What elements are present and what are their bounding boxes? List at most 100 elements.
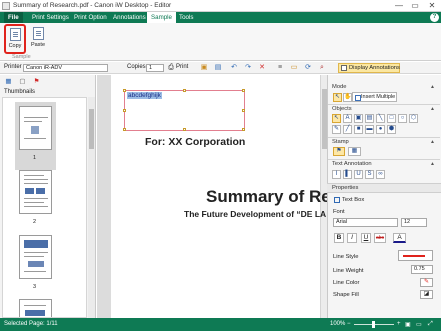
redo-icon[interactable]: ↷ [244, 64, 252, 72]
save-icon[interactable]: ▤ [214, 64, 222, 72]
strikethrough-button[interactable]: abc [374, 233, 386, 243]
line-weight-input[interactable]: 0.75 [411, 265, 433, 274]
font-color-button[interactable]: A [393, 233, 406, 243]
textbox-type-icon [334, 197, 340, 203]
font-size-select[interactable]: 12 [401, 218, 427, 227]
text-box-content[interactable]: abcdefghijk [127, 92, 162, 99]
thumbnails-label: Thumbnails [4, 89, 36, 95]
thumbnail-list: 1 2 3 [2, 97, 87, 318]
date-stamp-icon[interactable]: ▦ [348, 147, 361, 156]
pen-tool-icon[interactable]: ✎ [332, 125, 341, 134]
page-thumbnail-2[interactable] [19, 170, 52, 214]
ellipse-tool-icon[interactable]: ○ [398, 114, 407, 123]
underline-button[interactable]: U [361, 233, 371, 243]
insert-text-icon[interactable]: I [332, 170, 341, 179]
delete-icon[interactable]: ✕ [258, 64, 266, 72]
page-thumbnail-4[interactable] [19, 299, 52, 317]
filled-polygon-tool-icon[interactable]: ⬢ [387, 125, 396, 134]
window-title: Summary of Research.pdf - Canon iW Deskt… [13, 2, 172, 9]
refresh-icon[interactable]: ⟳ [304, 64, 312, 72]
comments-tab-icon[interactable]: ▢ [18, 77, 27, 86]
display-annotations-toggle[interactable]: Display Annotations [338, 63, 400, 73]
hand-mode-icon[interactable]: ✋ [343, 93, 352, 102]
copy-button[interactable]: Copy [4, 24, 26, 54]
print-icon[interactable]: ⎙ [167, 64, 175, 72]
select-mode-icon[interactable]: ↖ [333, 93, 342, 102]
printer-label: Printer [4, 64, 22, 70]
properties-icon[interactable]: ≡ [276, 64, 284, 72]
minimize-button[interactable]: — [391, 0, 407, 11]
print-button-label[interactable]: Print [176, 64, 188, 70]
stamp-tool-icon[interactable]: ⚑ [333, 147, 345, 156]
tab-print-option[interactable]: Print Option [70, 12, 111, 23]
shape-fill-button[interactable]: ◪ [420, 290, 433, 299]
copy-label: Copy [8, 43, 22, 49]
tab-print-settings[interactable]: Print Settings [28, 12, 73, 23]
ribbon-panel: Copy Paste Sample [0, 23, 441, 61]
text-tool-icon[interactable]: A [343, 114, 352, 123]
fit-width-icon[interactable]: ▭ [416, 321, 422, 328]
stamp-collapse-icon[interactable]: ▲ [430, 139, 435, 145]
thumbnails-tab-icon[interactable]: ▦ [4, 77, 13, 86]
filled-rectangle-tool-icon[interactable]: ■ [354, 125, 363, 134]
mode-collapse-icon[interactable]: ▲ [430, 84, 435, 90]
undo-icon[interactable]: ↶ [230, 64, 238, 72]
font-name-select[interactable]: Arial [333, 218, 398, 227]
folder-icon[interactable]: ▭ [290, 64, 298, 72]
copies-stepper[interactable]: 1 [146, 64, 164, 72]
bookmark-tab-icon[interactable]: ⚑ [32, 77, 41, 86]
filled-ellipse-tool-icon[interactable]: ● [376, 125, 385, 134]
objects-label: Objects [332, 106, 352, 112]
page-thumbnail-1[interactable] [19, 106, 52, 150]
help-icon[interactable]: ? [430, 13, 439, 22]
rectangle-tool-icon[interactable]: □ [387, 114, 396, 123]
zoom-in-icon[interactable]: + [397, 321, 401, 327]
ribbon-group-label: Sample [12, 54, 31, 60]
restore-button[interactable]: ▭ [407, 0, 423, 11]
tab-sample[interactable]: Sample [147, 12, 176, 23]
page-thumbnail-3[interactable] [19, 235, 52, 279]
thumbnail-scrollbar[interactable] [88, 97, 95, 318]
line-color-button[interactable]: ✎ [420, 278, 433, 287]
tab-file[interactable]: File [4, 12, 23, 23]
line-tool-icon[interactable]: ╲ [376, 114, 385, 123]
polygon-tool-icon[interactable]: ⬡ [409, 114, 418, 123]
italic-button[interactable]: I [347, 233, 357, 243]
filled-rect-dark-tool-icon[interactable]: ▬ [365, 125, 374, 134]
insert-multiple-button[interactable]: Insert Multiple [352, 92, 397, 102]
strikeout-text-icon[interactable]: S [365, 170, 374, 179]
underline-text-icon[interactable]: U [354, 170, 363, 179]
line-weight-label: Line Weight [333, 268, 364, 274]
note-tool-icon[interactable]: ▤ [365, 114, 374, 123]
document-for-line: For: XX Corporation [145, 136, 246, 148]
link-text-icon[interactable]: ∞ [376, 170, 385, 179]
zoom-slider-thumb[interactable] [372, 321, 375, 328]
close-button[interactable]: ✕ [424, 0, 440, 11]
full-screen-icon[interactable]: ⤢ [428, 321, 433, 328]
fit-page-icon[interactable]: ▣ [405, 321, 411, 328]
bold-button[interactable]: B [334, 233, 344, 243]
shape-fill-label: Shape Fill [333, 292, 359, 298]
annotation-icon [341, 65, 347, 71]
page-number-2: 2 [33, 219, 37, 225]
paste-label: Paste [30, 42, 46, 48]
printer-select[interactable]: Canon iR-ADV [23, 64, 108, 72]
tab-annotations[interactable]: Annotations [109, 12, 150, 23]
line-style-select[interactable] [398, 250, 433, 261]
textbox-tool-icon[interactable]: ▣ [354, 114, 363, 123]
paste-button[interactable]: Paste [28, 25, 48, 53]
highlighter-tool-icon[interactable]: ╱ [343, 125, 352, 134]
objects-collapse-icon[interactable]: ▲ [430, 106, 435, 112]
zoom-out-icon[interactable]: − [347, 321, 351, 327]
title-bar: Summary of Research.pdf - Canon iW Deskt… [0, 0, 441, 12]
tab-tools[interactable]: Tools [175, 12, 197, 23]
zoom-icon[interactable]: ⌕ [318, 64, 326, 72]
page-number-1: 1 [33, 155, 37, 161]
text-annotation-collapse-icon[interactable]: ▲ [430, 161, 435, 167]
app-icon [2, 2, 10, 10]
properties-label: Properties [332, 185, 359, 191]
pointer-tool-icon[interactable]: ↖ [332, 114, 341, 123]
open-file-icon[interactable]: ▣ [200, 64, 208, 72]
highlight-text-icon[interactable]: ▌ [343, 170, 352, 179]
font-label: Font [333, 209, 345, 215]
